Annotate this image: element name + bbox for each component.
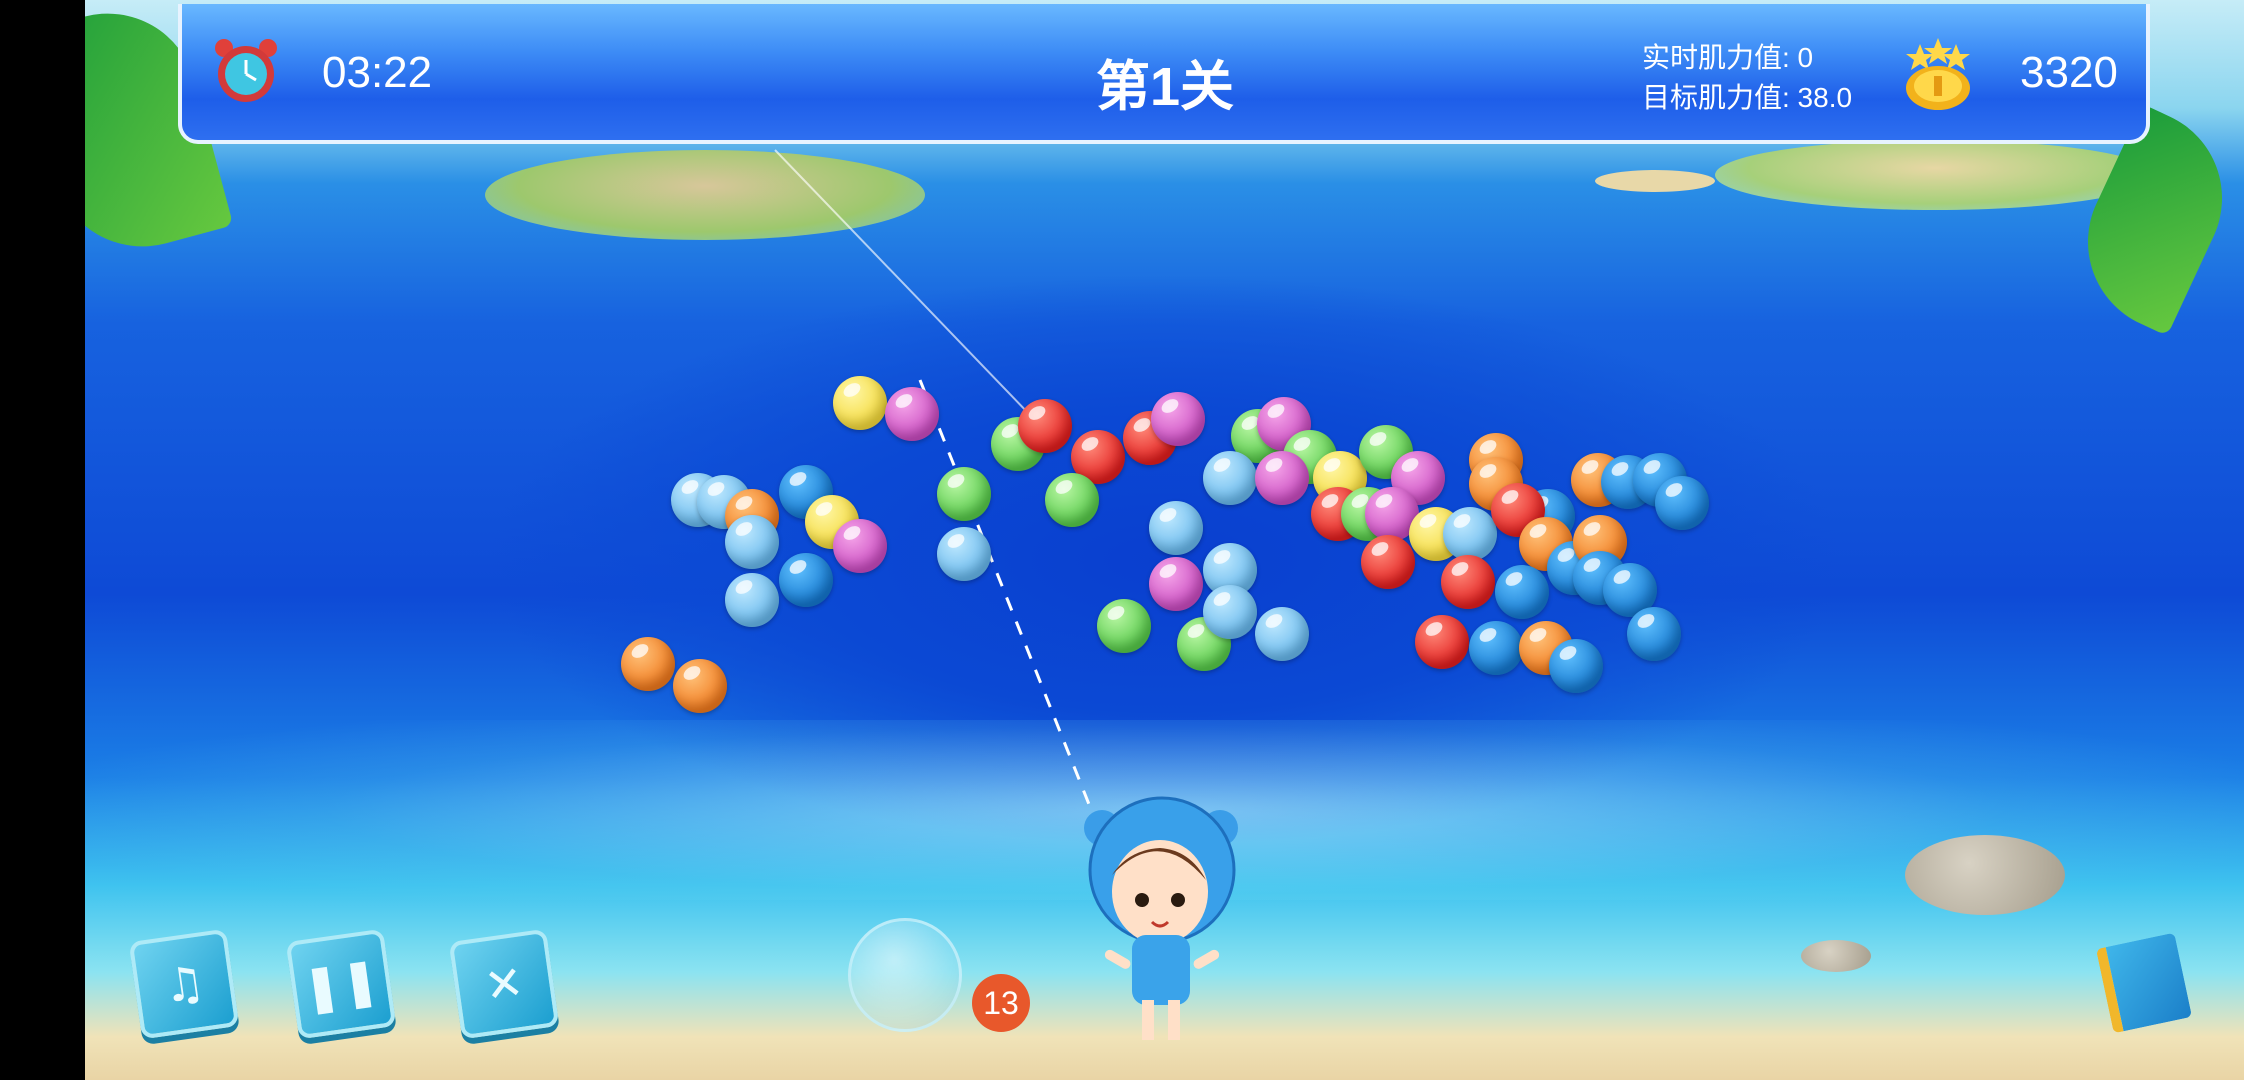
close-icon: ✕ [481,954,527,1014]
bubble-launcher[interactable] [848,918,962,1032]
girl-character [1084,796,1238,1040]
music-note-icon: ♫ [159,954,209,1014]
score-value: 3320 [2020,48,2118,97]
pause-icon: ❚❚ [299,951,383,1017]
shots-remaining-badge: 13 [972,974,1030,1032]
countdown-timer: 03:22 [322,48,433,97]
music-toggle-button[interactable]: ♫ [128,928,240,1040]
realtime-strength-value: 实时肌力值: 0 [1642,42,1814,73]
pause-button[interactable]: ❚❚ [285,928,397,1040]
target-strength-value: 目标肌力值: 38.0 [1642,82,1853,113]
level-title: 第1关 [1095,57,1235,117]
alarm-clock-icon [215,39,277,102]
close-button[interactable]: ✕ [448,928,560,1040]
gold-coin-icon [1906,38,1970,110]
